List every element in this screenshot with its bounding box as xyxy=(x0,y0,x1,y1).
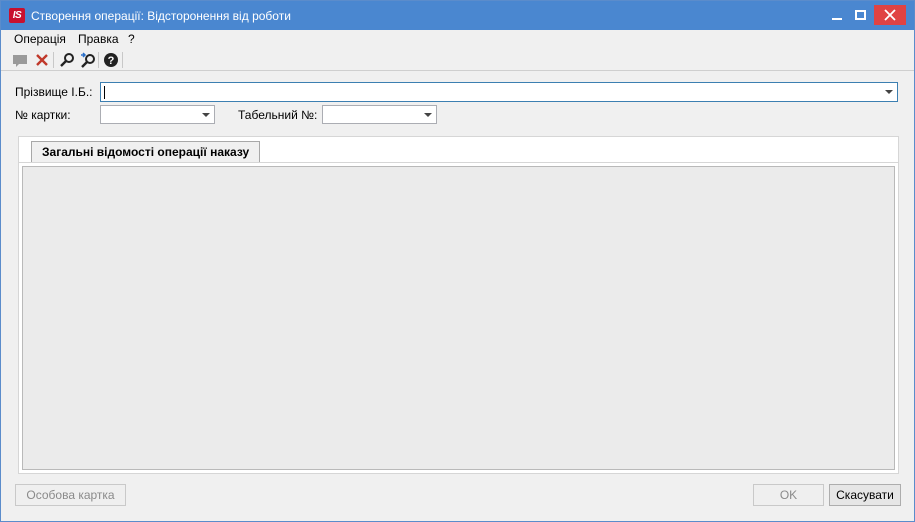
toolbar: ? xyxy=(1,49,914,71)
personal-card-button[interactable]: Особова картка xyxy=(15,484,126,506)
text-caret xyxy=(104,86,105,99)
card-number-label: № картки: xyxy=(15,108,71,122)
title-bar[interactable]: IS Створення операції: Відсторонення від… xyxy=(1,1,914,30)
menu-help[interactable]: ? xyxy=(128,32,135,46)
window-title: Створення операції: Відсторонення від ро… xyxy=(31,9,291,23)
search-button[interactable] xyxy=(58,51,76,69)
delete-icon xyxy=(36,54,48,66)
toolbar-separator xyxy=(53,52,54,68)
tab-strip: Загальні відомості операції наказу xyxy=(18,136,899,163)
tab-content-area xyxy=(22,166,895,470)
tab-general-info[interactable]: Загальні відомості операції наказу xyxy=(31,141,261,163)
close-icon xyxy=(884,9,896,21)
menu-operation[interactable]: Операція xyxy=(14,32,66,46)
maximize-icon xyxy=(854,10,866,20)
menu-bar: Операція Правка ? xyxy=(1,30,914,48)
personnel-number-combobox[interactable] xyxy=(322,105,437,124)
tab-panel xyxy=(18,162,899,474)
minimize-icon xyxy=(832,18,842,20)
search-next-button[interactable] xyxy=(79,51,97,69)
message-icon xyxy=(13,55,27,67)
dialog-window: IS Створення операції: Відсторонення від… xyxy=(0,0,915,522)
name-combobox[interactable] xyxy=(100,82,898,102)
close-button[interactable] xyxy=(874,5,906,25)
help-button[interactable]: ? xyxy=(102,51,120,69)
personnel-number-label: Табельний №: xyxy=(238,108,318,122)
maximize-button[interactable] xyxy=(848,5,872,25)
chevron-down-icon[interactable] xyxy=(424,113,432,117)
search-icon xyxy=(60,53,74,67)
svg-text:?: ? xyxy=(108,55,115,67)
search-next-icon xyxy=(81,52,95,68)
menu-edit[interactable]: Правка xyxy=(78,32,119,46)
help-icon: ? xyxy=(104,53,118,67)
message-button[interactable] xyxy=(11,51,29,69)
toolbar-separator xyxy=(98,52,99,68)
card-number-combobox[interactable] xyxy=(100,105,215,124)
minimize-button[interactable] xyxy=(825,5,849,25)
app-logo-icon: IS xyxy=(9,8,25,23)
name-label: Прізвище І.Б.: xyxy=(15,85,93,99)
delete-button[interactable] xyxy=(33,51,51,69)
cancel-button[interactable]: Скасувати xyxy=(829,484,901,506)
chevron-down-icon[interactable] xyxy=(202,113,210,117)
chevron-down-icon[interactable] xyxy=(885,90,893,94)
ok-button[interactable]: OK xyxy=(753,484,824,506)
toolbar-separator xyxy=(122,52,123,68)
